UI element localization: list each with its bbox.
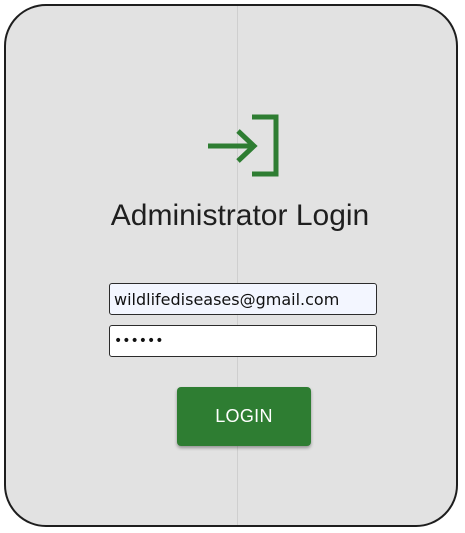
page-title: Administrator Login [110,199,370,232]
login-button[interactable]: LOGIN [177,387,311,446]
email-field[interactable] [109,283,377,315]
login-arrow-icon [208,114,279,177]
login-card: Administrator Login LOGIN [4,4,458,527]
center-guide-line [237,6,238,525]
password-field[interactable] [109,325,377,357]
